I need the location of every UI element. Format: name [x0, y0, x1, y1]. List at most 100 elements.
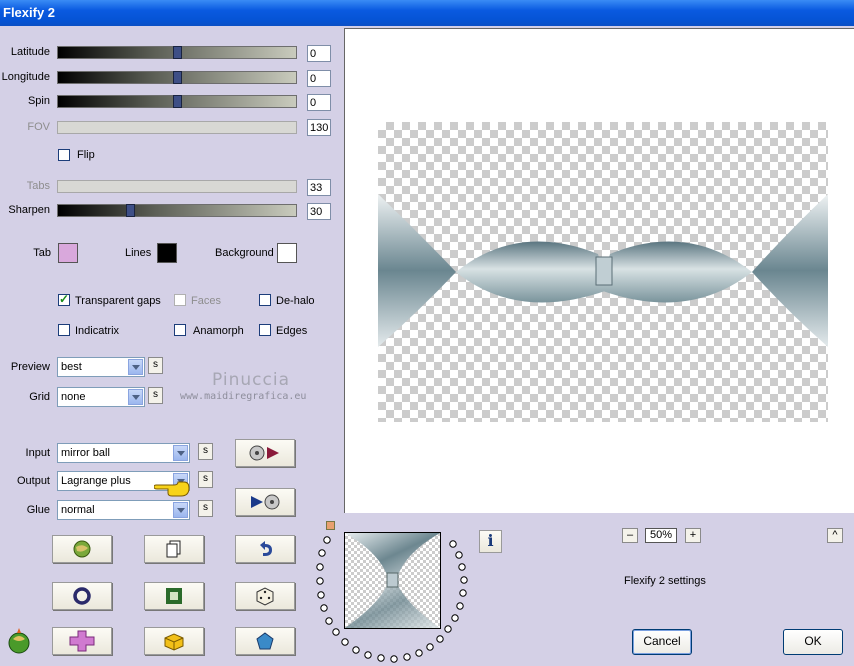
spin-slider[interactable]	[57, 95, 297, 108]
de-halo-label: De-halo	[276, 295, 315, 307]
tab-color-label: Tab	[33, 247, 51, 259]
preview-quality-label: Preview	[10, 361, 50, 373]
ring-shape-button[interactable]	[52, 582, 112, 610]
window-title: Flexify 2	[3, 5, 56, 20]
input-to-output-button[interactable]	[235, 439, 295, 467]
zoom-out-button[interactable]: –	[622, 528, 638, 543]
chevron-down-icon[interactable]	[128, 389, 143, 405]
flip-checkbox[interactable]	[58, 149, 70, 161]
cancel-button[interactable]: Cancel	[632, 629, 692, 655]
sharpen-slider[interactable]	[57, 204, 297, 217]
frame-icon	[166, 588, 182, 604]
output-value: Lagrange plus	[61, 475, 131, 487]
fov-label: FOV	[27, 121, 50, 133]
frame-button[interactable]	[144, 582, 204, 610]
input-value: mirror ball	[61, 447, 110, 459]
undo-icon	[260, 541, 272, 556]
plugin-logo-icon	[5, 627, 33, 658]
pentagon-shape-button[interactable]	[235, 627, 295, 655]
glue-value: normal	[61, 504, 95, 516]
latitude-slider[interactable]	[57, 46, 297, 59]
transparent-gaps-checkbox[interactable]: ✓	[58, 292, 70, 306]
zoom-level: 50%	[645, 528, 677, 543]
watermark-name: Pinuccia	[212, 370, 290, 390]
sharpen-value[interactable]: 30	[307, 203, 331, 220]
ok-button[interactable]: OK	[783, 629, 843, 655]
info-button[interactable]: i	[479, 530, 502, 553]
chevron-down-icon[interactable]	[173, 445, 188, 461]
preview-panel[interactable]	[344, 28, 854, 513]
output-label: Output	[16, 475, 50, 487]
preview-save-button[interactable]: s	[148, 357, 163, 374]
input-select[interactable]: mirror ball	[57, 443, 190, 463]
sharpen-slider-thumb[interactable]	[126, 204, 135, 217]
anamorph-checkbox[interactable]	[174, 324, 186, 336]
longitude-value[interactable]: 0	[307, 70, 331, 87]
expand-caret-button[interactable]: ^	[827, 528, 843, 543]
pointing-hand-icon	[153, 477, 190, 502]
zoom-in-button[interactable]: +	[685, 528, 701, 543]
cross-icon	[69, 630, 95, 652]
check-mark-icon: ✓	[59, 292, 70, 306]
lines-color-swatch[interactable]	[157, 243, 177, 263]
glue-label: Glue	[26, 504, 50, 516]
indicatrix-checkbox[interactable]	[58, 324, 70, 336]
settings-status-text: Flexify 2 settings	[624, 575, 706, 587]
tabs-slider	[57, 180, 297, 193]
pentagon-icon	[256, 632, 274, 650]
longitude-slider-thumb[interactable]	[173, 71, 182, 84]
output-to-input-button[interactable]	[235, 488, 295, 516]
background-color-swatch[interactable]	[277, 243, 297, 263]
transparent-gaps-label: Transparent gaps	[75, 295, 161, 307]
preview-image	[378, 194, 828, 347]
indicatrix-label: Indicatrix	[75, 325, 120, 337]
tabs-label: Tabs	[26, 180, 50, 192]
copy-icon	[166, 540, 181, 558]
sharpen-label: Sharpen	[8, 204, 50, 216]
preview-quality-value: best	[61, 361, 82, 373]
longitude-slider[interactable]	[57, 71, 297, 84]
random-dice-button[interactable]	[235, 582, 295, 610]
spin-label: Spin	[27, 95, 50, 107]
grid-label: Grid	[29, 391, 50, 403]
copy-button[interactable]	[144, 535, 204, 563]
globe-icon	[73, 540, 91, 558]
latitude-value[interactable]: 0	[307, 45, 331, 62]
background-color-label: Background	[215, 247, 274, 259]
grid-save-button[interactable]: s	[148, 387, 163, 404]
spin-value[interactable]: 0	[307, 94, 331, 111]
glue-select[interactable]: normal	[57, 500, 190, 520]
cross-shape-button[interactable]	[52, 627, 112, 655]
brick-icon	[164, 633, 184, 651]
block-shape-button[interactable]	[144, 627, 204, 655]
latitude-slider-thumb[interactable]	[173, 46, 182, 59]
spin-slider-thumb[interactable]	[173, 95, 182, 108]
de-halo-checkbox[interactable]	[259, 294, 271, 306]
undo-button[interactable]	[235, 535, 295, 563]
lines-color-label: Lines	[125, 247, 152, 259]
fov-value: 130	[307, 119, 331, 136]
chevron-down-icon[interactable]	[173, 502, 188, 518]
output-save-button[interactable]: s	[198, 471, 213, 488]
edges-checkbox[interactable]	[259, 324, 271, 336]
edges-label: Edges	[276, 325, 308, 337]
preview-canvas[interactable]	[378, 122, 828, 422]
grid-select[interactable]: none	[57, 387, 145, 407]
arrow-disc-icon	[251, 494, 280, 510]
watermark-url: www.maidiregrafica.eu	[180, 391, 307, 402]
navigator-thumbnail[interactable]	[344, 532, 441, 629]
tab-color-swatch[interactable]	[58, 243, 78, 263]
faces-label: Faces	[191, 295, 221, 307]
glue-save-button[interactable]: s	[198, 500, 213, 517]
latitude-label: Latitude	[10, 46, 50, 58]
randomize-globe-button[interactable]	[52, 535, 112, 563]
title-bar: Flexify 2	[0, 0, 854, 26]
input-label: Input	[25, 447, 50, 459]
faces-checkbox	[174, 294, 186, 306]
chevron-down-icon[interactable]	[128, 359, 143, 375]
thumbnail-preview-image	[345, 533, 440, 628]
input-save-button[interactable]: s	[198, 443, 213, 460]
grid-value: none	[61, 391, 86, 403]
preview-quality-select[interactable]: best	[57, 357, 145, 377]
dice-icon	[256, 587, 274, 606]
